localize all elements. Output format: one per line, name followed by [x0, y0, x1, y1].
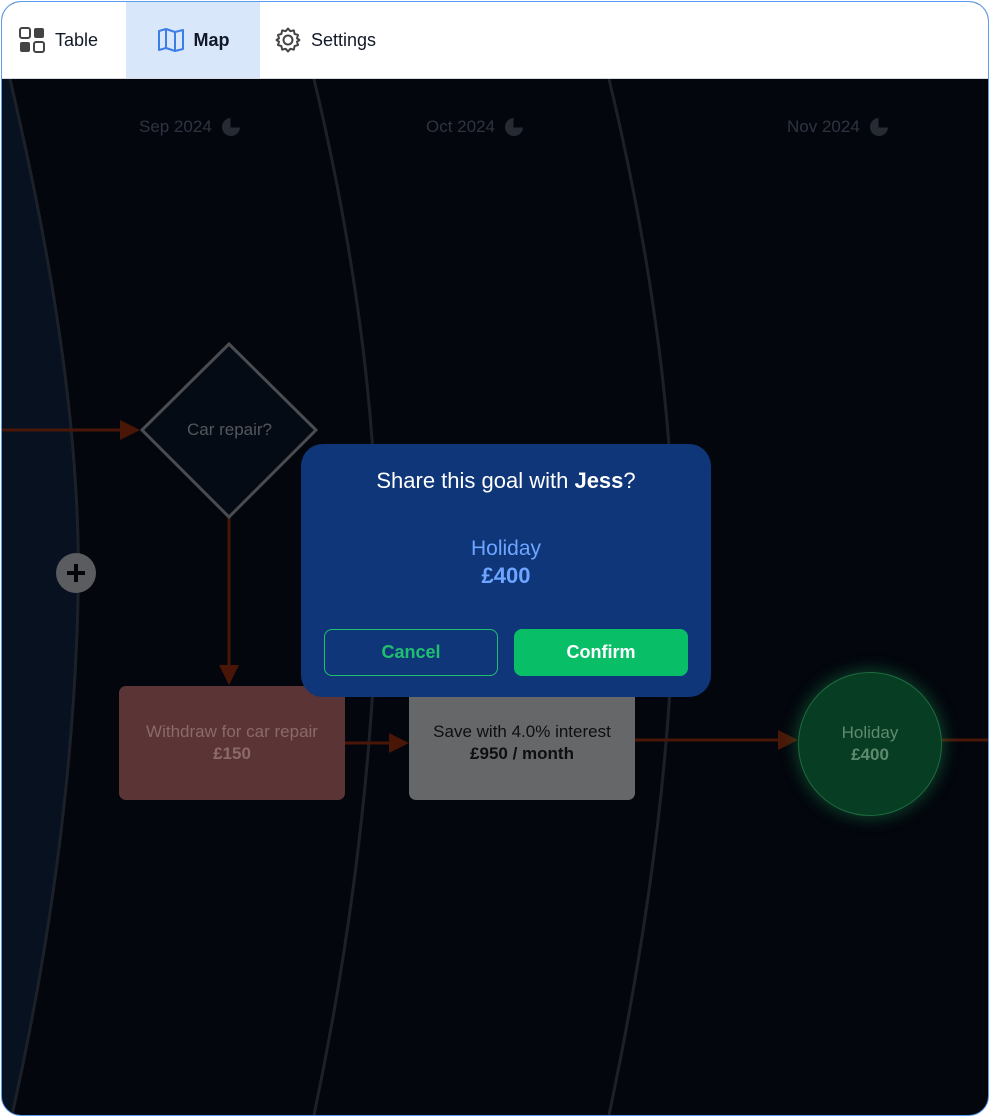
decision-node-car-repair[interactable]: Car repair?: [152, 419, 307, 441]
tab-label: Map: [193, 29, 230, 50]
goal-amount: £400: [481, 563, 531, 588]
add-node-button[interactable]: [56, 553, 96, 593]
month-header: Nov 2024: [787, 117, 889, 137]
grid-icon: [18, 26, 46, 54]
save-node[interactable]: Save with 4.0% interest £950 / month: [409, 686, 635, 800]
withdraw-node[interactable]: Withdraw for car repair £150: [119, 686, 345, 800]
month-header: Sep 2024: [139, 117, 241, 137]
goal-map-canvas[interactable]: Sep 2024 Oct 2024 Nov 2024 Car repair? W…: [2, 79, 988, 1115]
tab-settings[interactable]: Settings: [274, 2, 376, 78]
plus-icon: [67, 564, 85, 582]
pie-chart-icon: [869, 117, 889, 136]
tab-label: Settings: [311, 29, 377, 50]
month-header: Oct 2024: [426, 117, 524, 137]
view-tabs: Table Map Settings: [2, 2, 988, 79]
gear-icon: [274, 26, 302, 54]
pie-chart-icon: [221, 117, 241, 136]
map-icon: [157, 27, 185, 53]
share-goal-dialog: Share this goal with Jess? Holiday £400 …: [301, 444, 711, 697]
app-window: Table Map Settings Sep 2024 Oct 2024 Nov…: [1, 1, 989, 1116]
goal-node-holiday[interactable]: Holiday £400: [798, 672, 942, 816]
cancel-button[interactable]: Cancel: [324, 629, 498, 676]
dialog-title: Share this goal with Jess?: [376, 468, 636, 493]
tab-map[interactable]: Map: [126, 2, 260, 78]
tab-table[interactable]: Table: [18, 2, 98, 78]
dialog-goal-summary: Holiday £400: [301, 536, 711, 590]
pie-chart-icon: [505, 117, 524, 136]
goal-name: Holiday: [470, 537, 542, 560]
tab-label: Table: [55, 29, 99, 50]
confirm-button[interactable]: Confirm: [514, 629, 688, 676]
